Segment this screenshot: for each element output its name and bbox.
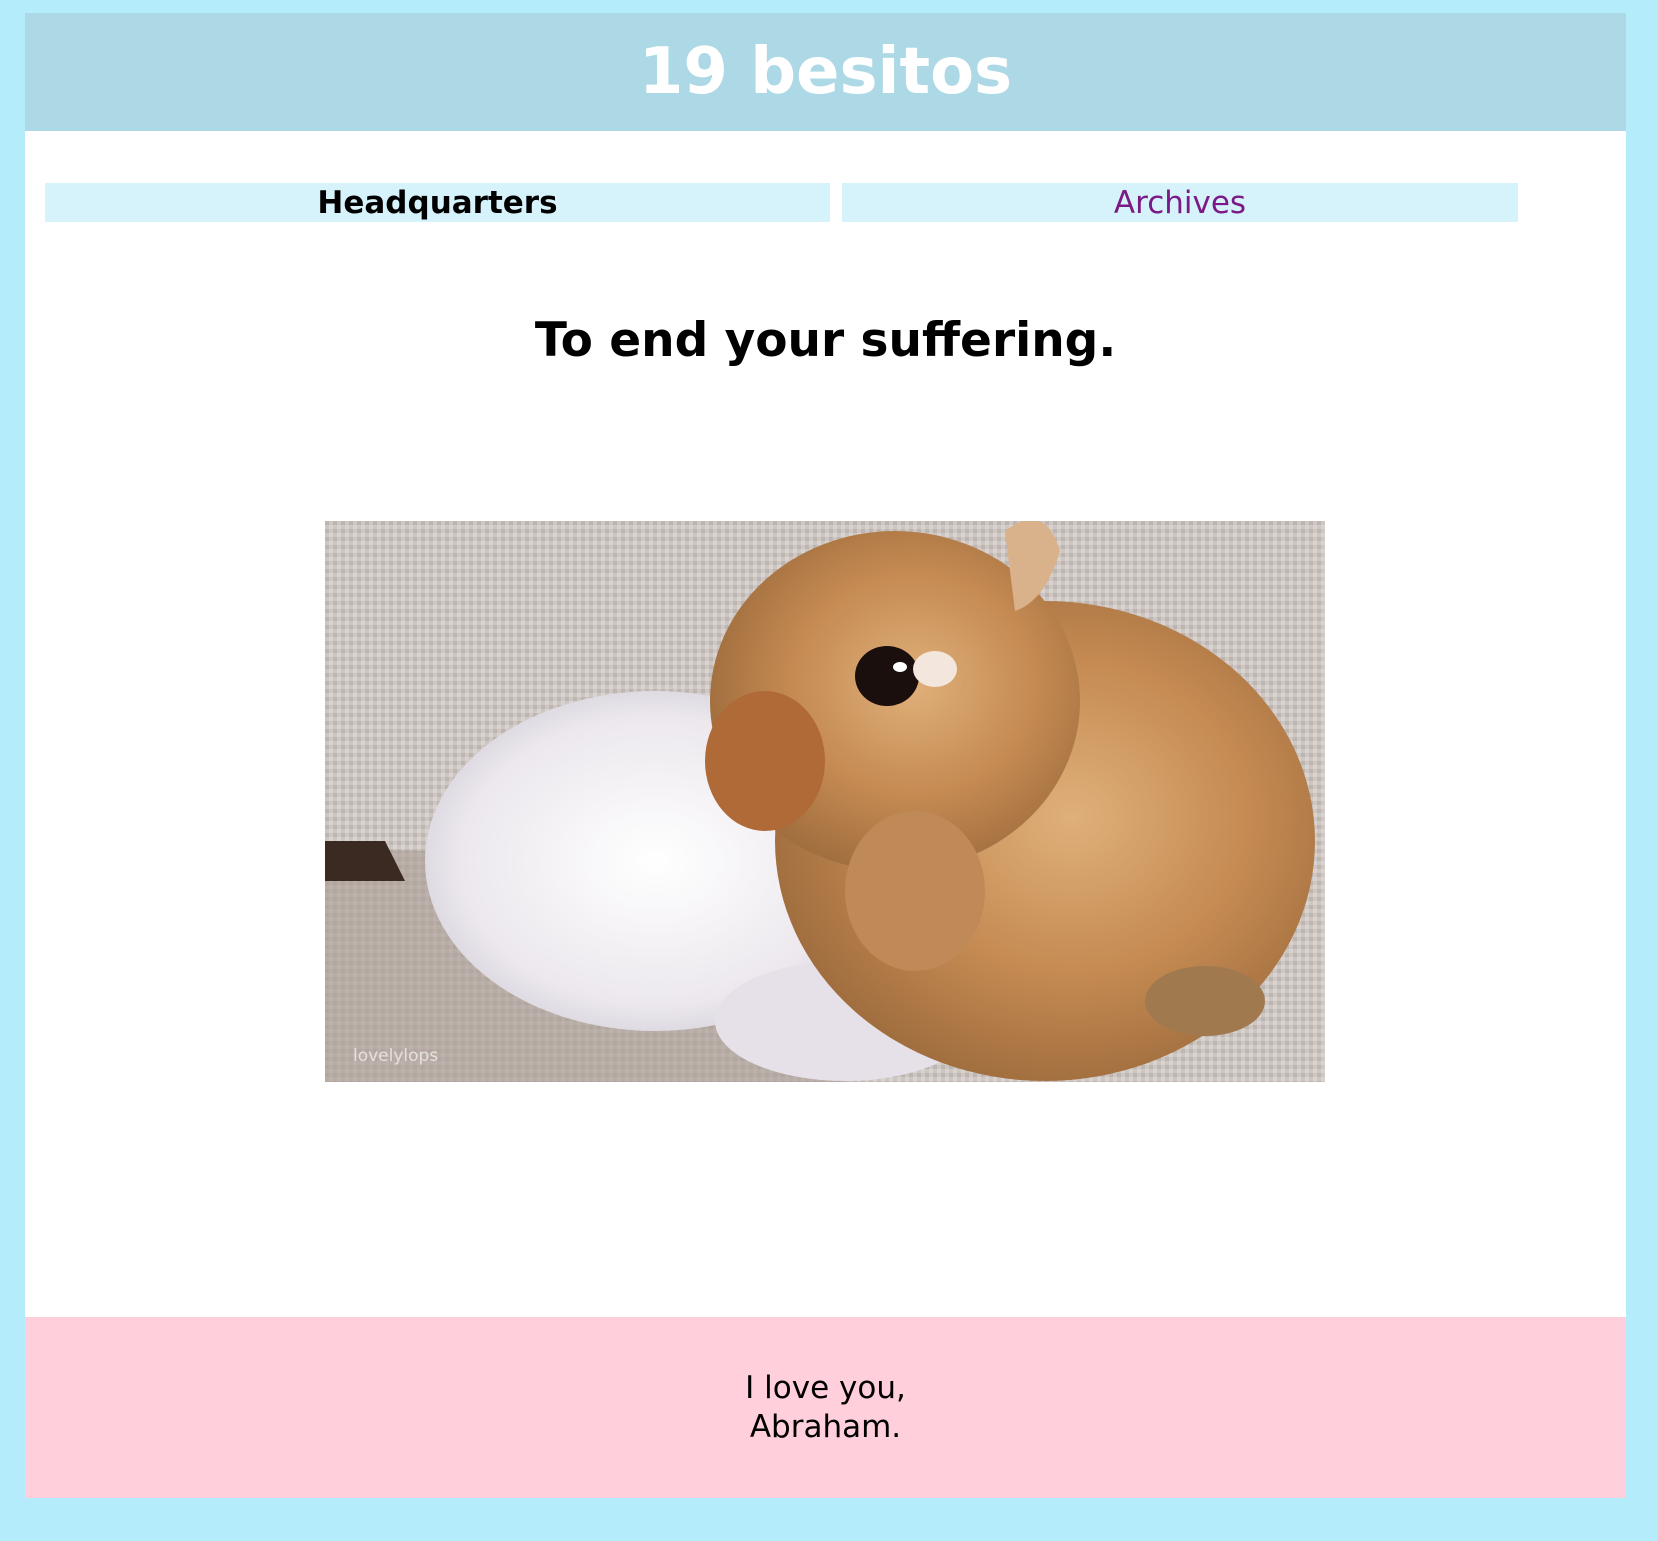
footer-message: I love you, Abraham. [25, 1317, 1626, 1498]
bunny-image: lovelylops [325, 521, 1325, 1082]
page-frame: 19 besitos Headquarters Archives To end … [25, 13, 1626, 1498]
site-header: 19 besitos [25, 13, 1626, 131]
footer-line-2: Abraham. [749, 1408, 902, 1445]
nav-headquarters[interactable]: Headquarters [45, 183, 830, 222]
post-title: To end your suffering. [534, 313, 1117, 368]
site-title: 19 besitos [638, 35, 1013, 109]
footer-line-1: I love you, [745, 1369, 906, 1406]
svg-text:lovelylops: lovelylops [353, 1046, 438, 1066]
nav-archives-link[interactable]: Archives [842, 183, 1518, 222]
